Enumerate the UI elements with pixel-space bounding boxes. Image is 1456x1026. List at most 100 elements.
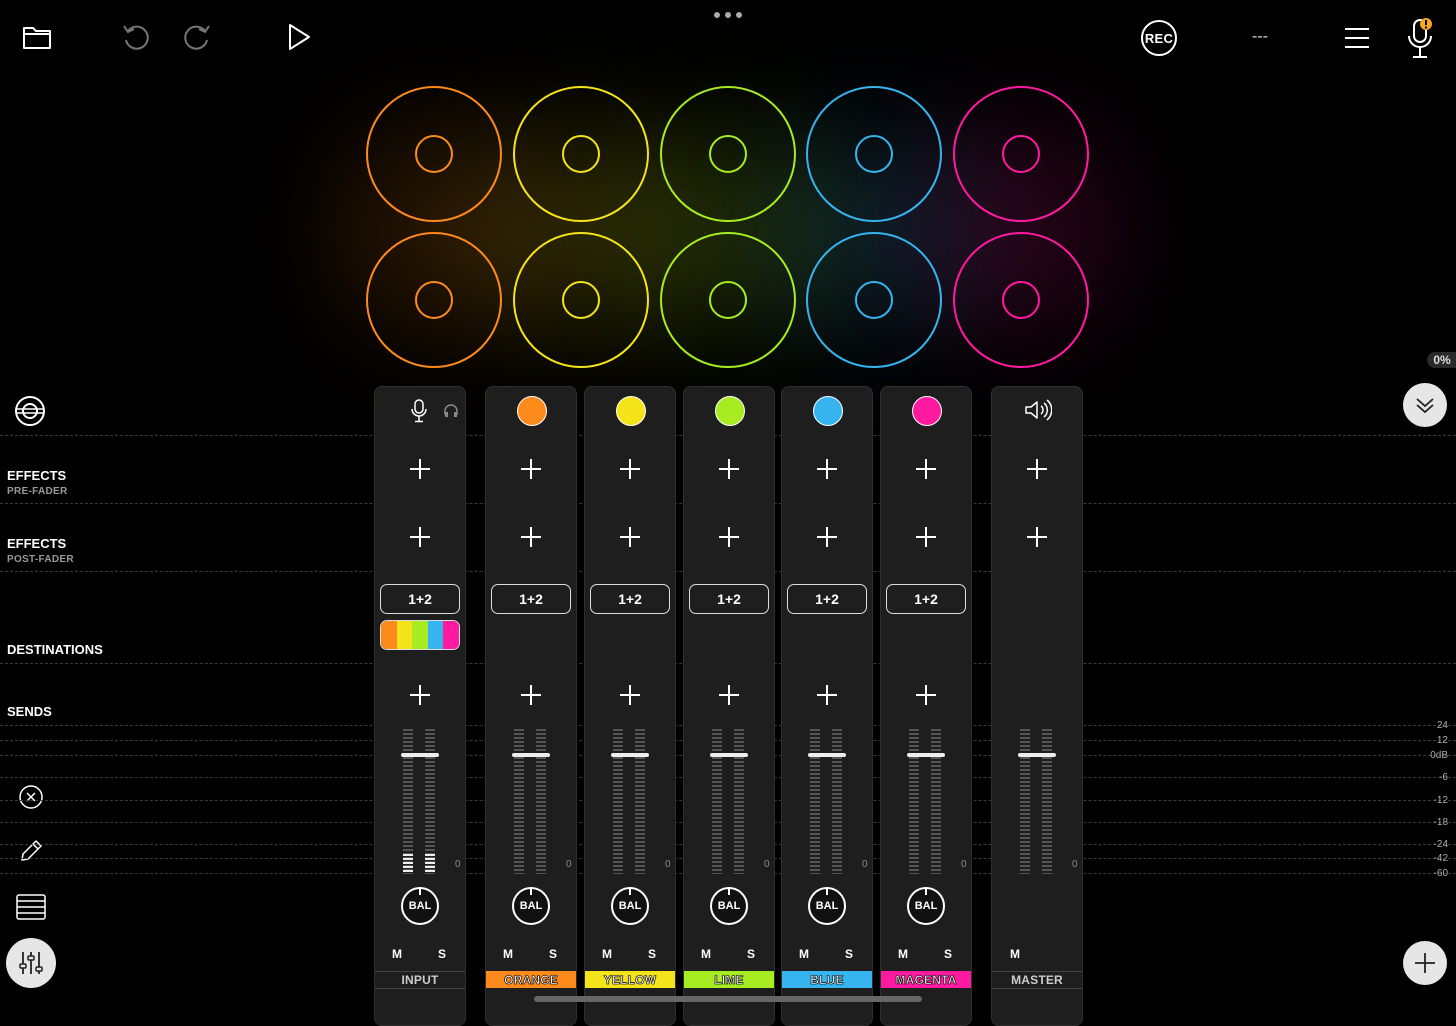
- add-send-button[interactable]: [618, 683, 642, 707]
- destination-button[interactable]: 1+2: [689, 584, 769, 614]
- add-effect-pre-button[interactable]: [717, 457, 741, 481]
- channel-color-dot[interactable]: [715, 396, 745, 426]
- add-effect-pre-button[interactable]: [618, 457, 642, 481]
- redo-button[interactable]: [181, 20, 215, 54]
- headphones-icon[interactable]: [443, 403, 459, 419]
- balance-knob[interactable]: BAL: [611, 887, 649, 925]
- tempo-display[interactable]: ---: [1238, 28, 1282, 46]
- add-send-button[interactable]: [408, 683, 432, 707]
- loop-pad[interactable]: [953, 232, 1089, 368]
- microphone-button[interactable]: [1402, 16, 1438, 60]
- channel-color-dot[interactable]: [813, 396, 843, 426]
- play-button[interactable]: [283, 20, 315, 54]
- solo-button[interactable]: S: [549, 947, 557, 961]
- channel-name-label[interactable]: YELLOW: [585, 971, 675, 988]
- add-effect-pre-button[interactable]: [914, 457, 938, 481]
- add-send-button[interactable]: [914, 683, 938, 707]
- level-meter: [931, 729, 941, 874]
- add-effect-pre-button[interactable]: [815, 457, 839, 481]
- sliders-icon: [19, 952, 43, 974]
- destination-button[interactable]: 1+2: [590, 584, 670, 614]
- loop-pad[interactable]: [953, 86, 1089, 222]
- add-effect-pre-button[interactable]: [519, 457, 543, 481]
- level-meter: [810, 729, 820, 874]
- loop-pad[interactable]: [366, 86, 502, 222]
- channel-name-label[interactable]: MASTER: [992, 971, 1082, 988]
- loop-pad[interactable]: [513, 232, 649, 368]
- balance-knob[interactable]: BAL: [710, 887, 748, 925]
- undo-button[interactable]: [118, 20, 152, 54]
- channel-color-dot[interactable]: [912, 396, 942, 426]
- destination-button[interactable]: 1+2: [491, 584, 571, 614]
- volume-fader[interactable]: [710, 753, 748, 757]
- channel-color-dot[interactable]: [517, 396, 547, 426]
- channel-color-dot[interactable]: [616, 396, 646, 426]
- loop-pad[interactable]: [806, 86, 942, 222]
- routing-swatch-band: [427, 621, 444, 649]
- loop-pad[interactable]: [660, 232, 796, 368]
- loop-pad[interactable]: [660, 86, 796, 222]
- balance-knob[interactable]: BAL: [808, 887, 846, 925]
- fader-level-readout: 0: [1072, 859, 1078, 870]
- mute-button[interactable]: M: [503, 947, 513, 961]
- balance-knob[interactable]: BAL: [907, 887, 945, 925]
- channel-name-label[interactable]: ORANGE: [486, 971, 576, 988]
- menu-button[interactable]: [1340, 22, 1374, 54]
- mute-button[interactable]: M: [392, 947, 402, 961]
- add-send-button[interactable]: [717, 683, 741, 707]
- speaker-icon[interactable]: [1024, 399, 1052, 421]
- add-effect-post-button[interactable]: [815, 525, 839, 549]
- solo-button[interactable]: S: [648, 947, 656, 961]
- volume-fader[interactable]: [512, 753, 550, 757]
- add-track-button[interactable]: [1403, 941, 1447, 985]
- input-microphone-icon[interactable]: [411, 399, 427, 423]
- volume-fader[interactable]: [808, 753, 846, 757]
- delete-button[interactable]: [16, 782, 46, 812]
- balance-knob[interactable]: BAL: [512, 887, 550, 925]
- destination-button[interactable]: 1+2: [787, 584, 867, 614]
- channel-name-label[interactable]: INPUT: [375, 971, 465, 988]
- add-effect-post-button[interactable]: [519, 525, 543, 549]
- loop-pad[interactable]: [806, 232, 942, 368]
- add-effect-post-button[interactable]: [1025, 525, 1049, 549]
- level-meter-fill: [425, 853, 435, 874]
- volume-fader[interactable]: [907, 753, 945, 757]
- add-send-button[interactable]: [519, 683, 543, 707]
- edit-button[interactable]: [16, 836, 46, 866]
- collapse-mixer-button[interactable]: [1403, 383, 1447, 427]
- more-options-icon[interactable]: [712, 10, 744, 20]
- folder-button[interactable]: [20, 22, 54, 52]
- mute-button[interactable]: M: [1010, 947, 1020, 961]
- channel-name-label[interactable]: MAGENTA: [881, 971, 971, 988]
- balance-knob[interactable]: BAL: [401, 887, 439, 925]
- add-effect-post-button[interactable]: [618, 525, 642, 549]
- mixer-button[interactable]: [6, 938, 56, 988]
- mute-button[interactable]: M: [799, 947, 809, 961]
- loop-pad[interactable]: [366, 232, 502, 368]
- add-effect-pre-button[interactable]: [1025, 457, 1049, 481]
- solo-button[interactable]: S: [438, 947, 446, 961]
- loops-button[interactable]: [12, 393, 48, 429]
- add-effect-pre-button[interactable]: [408, 457, 432, 481]
- add-effect-post-button[interactable]: [914, 525, 938, 549]
- solo-button[interactable]: S: [944, 947, 952, 961]
- channel-name-label[interactable]: BLUE: [782, 971, 872, 988]
- channel-name-label[interactable]: LIME: [684, 971, 774, 988]
- solo-button[interactable]: S: [747, 947, 755, 961]
- loop-pad[interactable]: [513, 86, 649, 222]
- volume-fader[interactable]: [401, 753, 439, 757]
- record-button[interactable]: REC: [1141, 20, 1177, 56]
- mute-button[interactable]: M: [602, 947, 612, 961]
- volume-fader[interactable]: [1018, 753, 1056, 757]
- input-routing-swatch[interactable]: [380, 620, 460, 650]
- mute-button[interactable]: M: [701, 947, 711, 961]
- add-effect-post-button[interactable]: [408, 525, 432, 549]
- solo-button[interactable]: S: [845, 947, 853, 961]
- destination-button[interactable]: 1+2: [380, 584, 460, 614]
- mute-button[interactable]: M: [898, 947, 908, 961]
- add-send-button[interactable]: [815, 683, 839, 707]
- destination-button[interactable]: 1+2: [886, 584, 966, 614]
- volume-fader[interactable]: [611, 753, 649, 757]
- track-list-button[interactable]: [13, 890, 49, 924]
- add-effect-post-button[interactable]: [717, 525, 741, 549]
